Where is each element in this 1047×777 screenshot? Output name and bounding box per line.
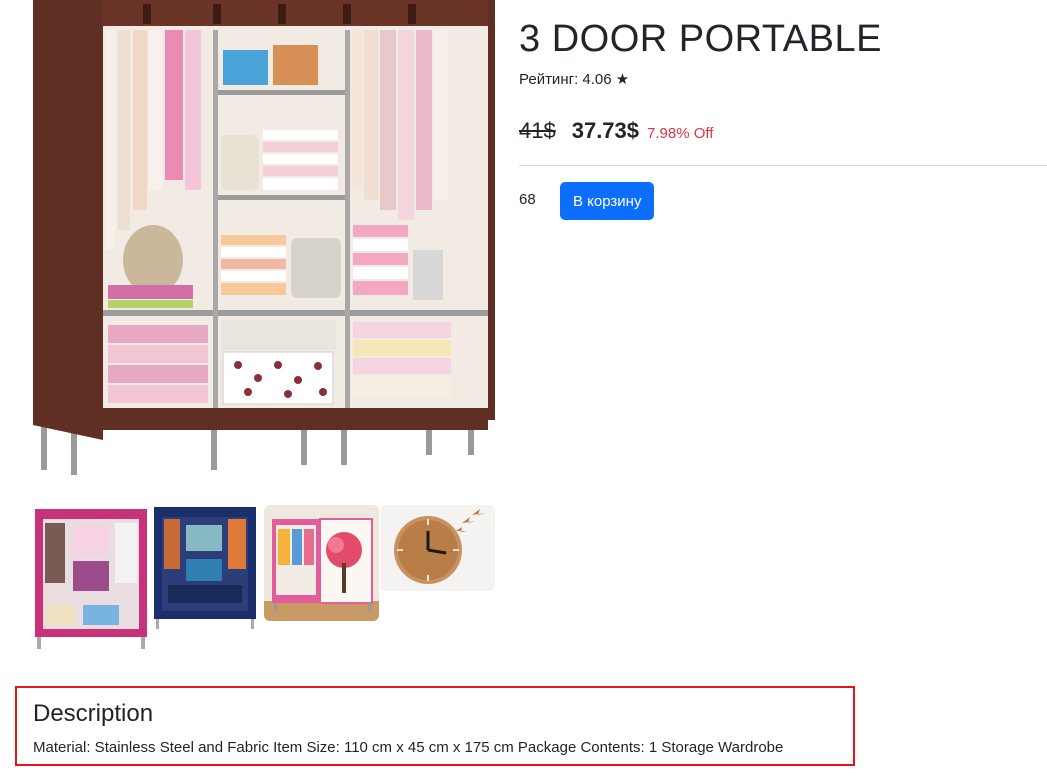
thumbnail-navy-wardrobe[interactable]	[148, 505, 262, 650]
description-text: Material: Stainless Steel and Fabric Ite…	[33, 739, 784, 756]
product-page: 3 DOOR PORTABLE Рейтинг: 4.06 ★ 41$ 37.7…	[0, 0, 1047, 777]
add-to-cart-button[interactable]: В корзину	[560, 182, 655, 220]
thumbnail-pink-wardrobe[interactable]	[33, 505, 148, 650]
discount-badge: 7.98% Off	[647, 125, 714, 142]
thumbnail-wooden-clock[interactable]	[380, 505, 495, 591]
description-section: Description Material: Stainless Steel an…	[15, 686, 855, 766]
main-product-image	[33, 0, 495, 490]
old-price: 41$	[519, 118, 556, 143]
divider	[519, 165, 1047, 166]
description-heading: Description	[33, 700, 154, 727]
price-row: 41$ 37.73$ 7.98% Off	[519, 118, 713, 144]
stock-count: 68	[519, 191, 536, 208]
new-price: 37.73$	[571, 118, 640, 143]
product-title: 3 DOOR PORTABLE	[519, 18, 882, 60]
product-rating: Рейтинг: 4.06 ★	[519, 71, 630, 88]
thumbnail-cherry-tree-wardrobe[interactable]	[264, 505, 379, 621]
